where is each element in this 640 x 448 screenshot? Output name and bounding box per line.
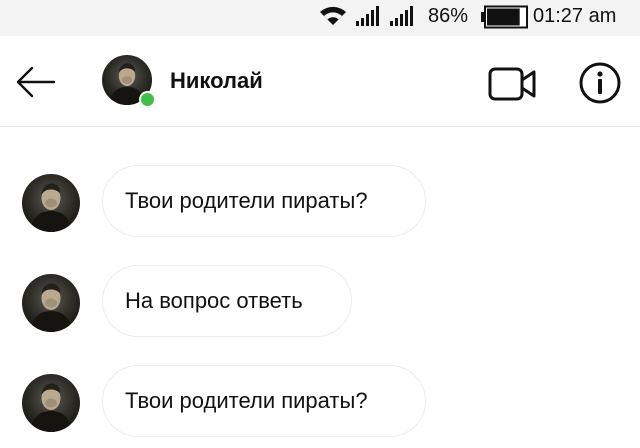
message-list: Твои родители пираты? На вопрос ответь Т… [0,127,640,448]
battery-icon [481,5,529,34]
video-camera-icon [488,67,536,101]
online-status-dot [139,91,156,108]
sender-avatar[interactable] [22,174,80,232]
info-button[interactable] [578,61,622,105]
back-button[interactable] [14,62,58,102]
message-row: На вопрос ответь [0,257,640,337]
wifi-icon [319,5,347,32]
sender-avatar[interactable] [22,374,80,432]
message-row: Твои родители пираты? [0,357,640,437]
video-call-button[interactable] [487,64,539,104]
message-bubble[interactable]: Твои родители пираты? [102,365,426,437]
message-row: Твои родители пираты? [0,157,640,237]
contact-name[interactable]: Николай [170,68,263,94]
message-bubble[interactable]: Твои родители пираты? [102,165,426,237]
signal-icon [356,6,382,31]
chat-header: Николай [0,36,640,127]
info-icon [579,62,621,104]
battery-percentage: 86% [428,5,469,27]
status-bar: 86% 01:27 am [0,0,640,36]
sender-avatar[interactable] [22,274,80,332]
message-bubble[interactable]: На вопрос ответь [102,265,352,337]
signal-icon [390,6,416,31]
clock: 01:27 am [533,5,617,27]
back-arrow-icon [16,66,56,98]
